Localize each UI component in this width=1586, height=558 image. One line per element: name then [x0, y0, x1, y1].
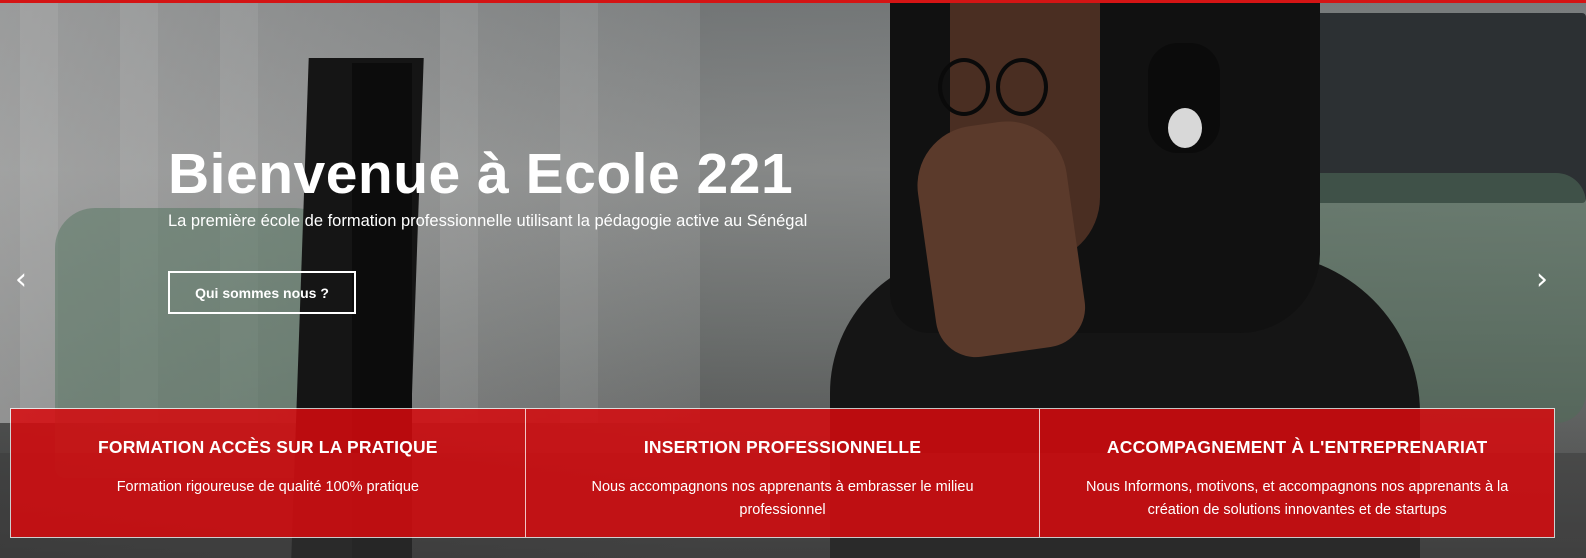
chevron-right-icon[interactable]: ›	[1527, 265, 1557, 295]
hero-subtitle: La première école de formation professio…	[168, 211, 808, 230]
feature-title: INSERTION PROFESSIONNELLE	[643, 437, 922, 457]
feature-text: Nous Informons, motivons, et accompagnon…	[1086, 479, 1509, 518]
about-us-button[interactable]: Qui sommes nous ?	[168, 271, 356, 314]
feature-card-entrepreneurship: ACCOMPAGNEMENT À L'ENTREPRENARIAT Nous I…	[1040, 409, 1555, 537]
feature-title: FORMATION ACCÈS SUR LA PRATIQUE	[98, 437, 438, 457]
feature-text: Formation rigoureuse de qualité 100% pra…	[116, 479, 419, 495]
headphone	[1148, 43, 1220, 153]
feature-text: Nous accompagnons nos apprenants à embra…	[591, 479, 974, 518]
glasses	[938, 58, 1088, 128]
window-blind	[20, 3, 58, 423]
chevron-left-icon[interactable]: ‹	[6, 265, 36, 295]
hero-slider: Bienvenue à Ecole 221 La première école …	[0, 0, 1586, 558]
hero-title: Bienvenue à Ecole 221	[168, 142, 794, 206]
feature-title: ACCOMPAGNEMENT À L'ENTREPRENARIAT	[1106, 437, 1488, 457]
hero-text: Bienvenue à Ecole 221 La première école …	[168, 143, 807, 231]
feature-card-insertion: INSERTION PROFESSIONNELLE Nous accompagn…	[525, 409, 1041, 537]
features-bar: FORMATION ACCÈS SUR LA PRATIQUE Formatio…	[10, 408, 1555, 538]
feature-card-practice: FORMATION ACCÈS SUR LA PRATIQUE Formatio…	[11, 409, 526, 537]
